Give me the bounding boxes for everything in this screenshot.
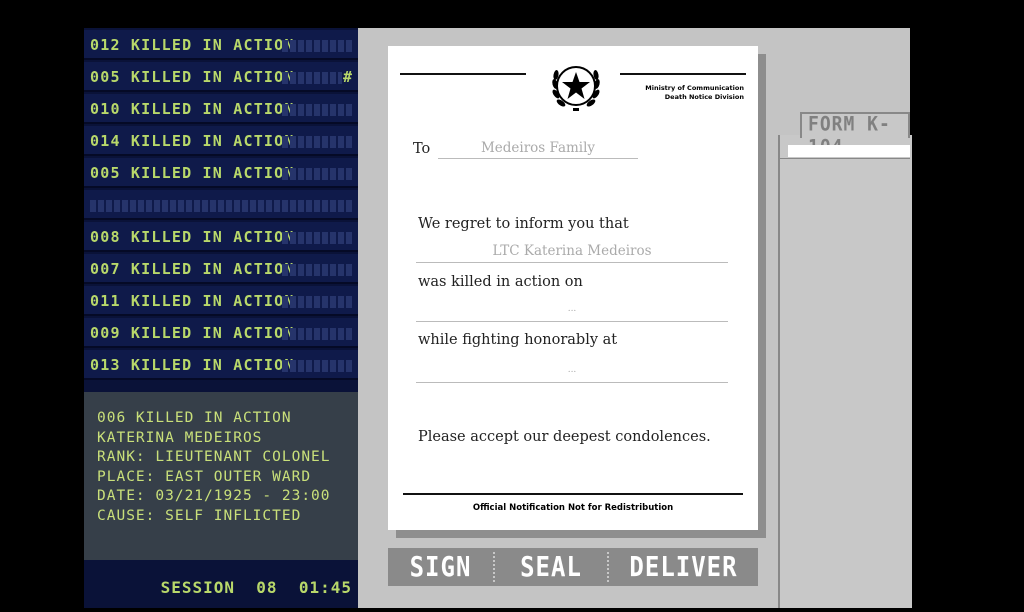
folder-inner-edge xyxy=(778,158,910,609)
killed-text: was killed in action on xyxy=(418,274,583,290)
log-row-dots xyxy=(282,104,352,116)
log-row-empty xyxy=(84,190,358,220)
deliver-button[interactable]: DELIVER xyxy=(609,545,758,589)
recipient-field[interactable]: Medeiros Family xyxy=(438,140,638,156)
action-bar: SIGN SEAL DELIVER xyxy=(388,548,758,586)
log-row-text: 009 KILLED IN ACTION xyxy=(90,324,295,342)
header-rule-right xyxy=(620,73,746,75)
date-underline xyxy=(416,321,728,322)
session-time: 01:45 xyxy=(298,578,352,597)
log-row-dots xyxy=(90,200,352,212)
detail-name: KATERINA MEDEIROS xyxy=(97,430,263,446)
seal-button[interactable]: SEAL xyxy=(495,545,607,589)
condolences-text: Please accept our deepest condolences. xyxy=(418,429,711,445)
log-row-text: 007 KILLED IN ACTION xyxy=(90,260,295,278)
log-row-text: 013 KILLED IN ACTION xyxy=(90,356,295,374)
log-row[interactable]: 008 KILLED IN ACTION xyxy=(84,222,358,252)
footer-text: Official Notification Not for Redistribu… xyxy=(472,503,674,513)
place-underline xyxy=(416,382,728,383)
star-wreath-emblem-icon xyxy=(552,66,600,111)
log-row-text: 012 KILLED IN ACTION xyxy=(90,36,295,54)
log-row-mark: # xyxy=(342,68,352,86)
date-field[interactable]: ... xyxy=(416,304,728,314)
session-number: 08 xyxy=(256,578,278,597)
detail-rank: RANK: LIEUTENANT COLONEL xyxy=(97,449,331,465)
sign-button[interactable]: SIGN xyxy=(388,545,493,589)
log-row[interactable]: 011 KILLED IN ACTION xyxy=(84,286,358,316)
notification-letter: Ministry of Communication Death Notice D… xyxy=(388,46,758,530)
casualty-detail: 006 KILLED IN ACTION KATERINA MEDEIROS R… xyxy=(84,392,358,560)
log-row-dots xyxy=(282,328,352,340)
session-label: SESSION xyxy=(160,578,236,597)
recipient-underline xyxy=(438,158,638,159)
fighting-text: while fighting honorably at xyxy=(418,332,618,348)
log-row[interactable]: 013 KILLED IN ACTION xyxy=(84,350,358,380)
detail-place: PLACE: EAST OUTER WARD xyxy=(97,469,312,485)
log-row-dots xyxy=(282,72,342,84)
ministry-line-2: Death Notice Division xyxy=(664,93,744,101)
log-row-text: 014 KILLED IN ACTION xyxy=(90,132,295,150)
detail-id: 006 KILLED IN ACTION xyxy=(97,410,292,426)
log-row-dots xyxy=(282,136,352,148)
log-row-text: 005 KILLED IN ACTION xyxy=(90,68,295,86)
death-log-panel: 012 KILLED IN ACTION 005 KILLED IN ACTIO… xyxy=(84,28,358,608)
place-field[interactable]: ... xyxy=(416,365,728,375)
log-row-text: 011 KILLED IN ACTION xyxy=(90,292,295,310)
log-row-dots xyxy=(282,168,352,180)
ministry-line-1: Ministry of Communication xyxy=(645,84,744,92)
log-row[interactable]: 007 KILLED IN ACTION xyxy=(84,254,358,284)
log-row[interactable]: 014 KILLED IN ACTION xyxy=(84,126,358,156)
log-row-text: 008 KILLED IN ACTION xyxy=(90,228,295,246)
log-row-dots xyxy=(282,296,352,308)
deceased-name-underline xyxy=(416,262,728,263)
detail-cause: CAUSE: SELF INFLICTED xyxy=(97,508,302,524)
log-row[interactable]: 009 KILLED IN ACTION xyxy=(84,318,358,348)
log-row[interactable]: 005 KILLED IN ACTION xyxy=(84,158,358,188)
session-readout: SESSION 08 01:45 xyxy=(161,578,352,597)
log-row-text: 005 KILLED IN ACTION xyxy=(90,164,295,182)
form-folder-tab[interactable]: FORM K-104 xyxy=(800,112,910,159)
to-label: To xyxy=(413,141,431,157)
regret-text: We regret to inform you that xyxy=(418,216,629,232)
detail-date: DATE: 03/21/1925 - 23:00 xyxy=(97,488,331,504)
log-row-dots xyxy=(282,360,352,372)
log-row-text: 010 KILLED IN ACTION xyxy=(90,100,295,118)
log-row[interactable]: 005 KILLED IN ACTION # xyxy=(84,62,358,92)
footer-rule xyxy=(403,493,743,495)
session-bar: SESSION 08 01:45 xyxy=(84,568,358,608)
log-row[interactable]: 010 KILLED IN ACTION xyxy=(84,94,358,124)
log-row[interactable]: 012 KILLED IN ACTION xyxy=(84,30,358,60)
deceased-name-field[interactable]: LTC Katerina Medeiros xyxy=(416,243,728,259)
log-row-dots xyxy=(282,40,352,52)
header-rule-left xyxy=(400,73,526,75)
log-row-dots xyxy=(282,264,352,276)
folder-paper-strip xyxy=(788,145,910,157)
log-row-dots xyxy=(282,232,352,244)
